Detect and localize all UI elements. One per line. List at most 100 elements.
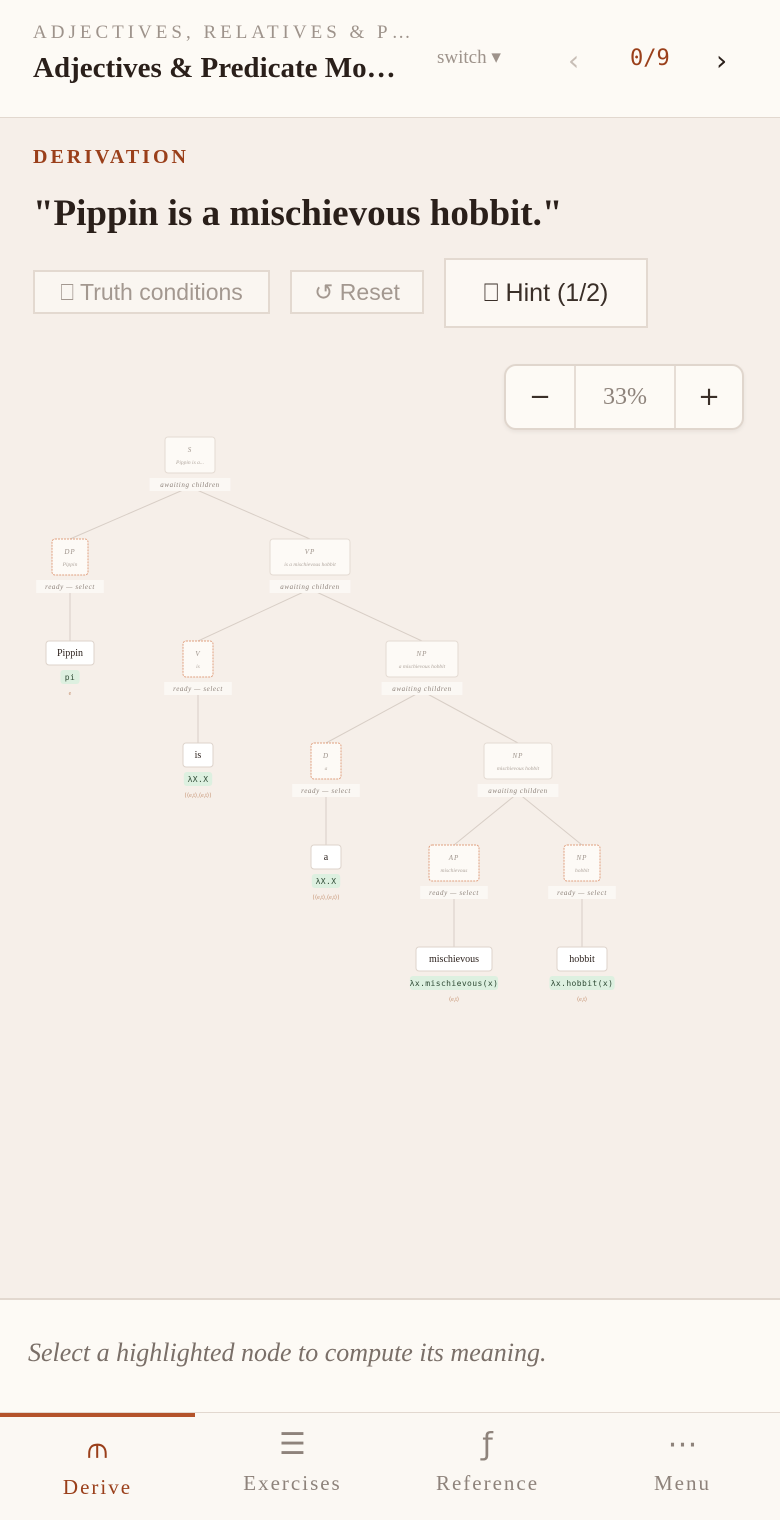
zoom-in-button[interactable]: +: [676, 366, 742, 428]
node-status: ready — select: [45, 583, 95, 591]
tab-label: Reference: [435, 1471, 540, 1495]
truth-conditions-button[interactable]: ⎕ Truth conditions: [33, 270, 270, 314]
leaf-word: a: [324, 852, 329, 863]
node-box: [310, 742, 342, 780]
tree-node-s: S Pippin is a... awaiting children: [149, 436, 231, 491]
node-category: NP: [416, 650, 428, 658]
node-box: [51, 538, 89, 576]
tree-edge: [309, 588, 423, 642]
leaf-meaning: λX.X: [316, 877, 337, 886]
leaf-l-misch: mischievous λx.mischievous(x) ⟨e,t⟩: [410, 946, 499, 1003]
leaf-l-a: a λX.X ⟨⟨e,t⟩,⟨e,t⟩⟩: [310, 844, 342, 901]
leaf-type: ⟨e,t⟩: [449, 996, 460, 1003]
leaf-meaning: λx.hobbit(x): [551, 979, 614, 988]
tab-derive[interactable]: ⫙ Derive: [0, 1413, 195, 1520]
tree-edge: [453, 792, 519, 846]
node-category: AP: [448, 854, 460, 862]
top-header: ADJECTIVES, RELATIVES & P… Adjectives & …: [0, 0, 780, 118]
tree-node-ap[interactable]: AP mischievous ready — select: [420, 844, 488, 899]
status-message: Select a highlighted node to compute its…: [28, 1338, 547, 1367]
node-status: awaiting children: [392, 685, 452, 693]
node-status: awaiting children: [160, 481, 220, 489]
node-box: [483, 742, 553, 780]
node-category: NP: [512, 752, 524, 760]
leaf-type: ⟨⟨e,t⟩,⟨e,t⟩⟩: [184, 792, 211, 799]
node-box: [385, 640, 459, 678]
leaf-word: is: [195, 750, 202, 761]
node-text: Pippin: [62, 562, 78, 568]
leaf-type: e: [69, 691, 72, 697]
zoom-level: 33%: [576, 366, 676, 428]
chevron-left-icon[interactable]: ‹: [568, 44, 579, 77]
exercise-counter: 0/9: [630, 46, 670, 71]
leaf-word: Pippin: [57, 648, 83, 659]
breadcrumb: ADJECTIVES, RELATIVES & P…: [33, 22, 415, 43]
node-text: a mischievous hobbit: [399, 664, 446, 670]
node-status: awaiting children: [488, 787, 548, 795]
tree-node-v[interactable]: Vis ready — select: [164, 640, 232, 695]
page-title: Adjectives & Predicate Mo…: [33, 52, 396, 84]
node-category: V: [195, 650, 200, 658]
leaf-l-hobbit: hobbit λx.hobbit(x) ⟨e,t⟩: [549, 946, 615, 1003]
node-category: VP: [305, 548, 316, 556]
tab-label: Exercises: [243, 1471, 342, 1495]
leaf-l-pippin: Pippin pi e: [45, 640, 95, 697]
node-box: [182, 640, 214, 678]
tree-node-np1: NP a mischievous hobbit awaiting children: [381, 640, 463, 695]
node-text: is a mischievous hobbit: [284, 562, 336, 568]
leaf-meaning: λX.X: [188, 775, 209, 784]
bottom-tab-bar: ⫙ Derive ☰ Exercises ƒ Reference ⋯ Menu: [0, 1412, 780, 1520]
tree-node-np3[interactable]: NP hobbit ready — select: [548, 844, 616, 899]
leaf-l-is: is λX.X ⟨⟨e,t⟩,⟨e,t⟩⟩: [182, 742, 214, 799]
leaf-word: mischievous: [429, 954, 479, 965]
leaf-word: hobbit: [569, 954, 595, 965]
tree-edge: [69, 486, 191, 540]
tree-edge: [189, 486, 311, 540]
tree-node-np2: NP mischievous hobbit awaiting children: [477, 742, 559, 797]
node-category: S: [188, 446, 193, 454]
function-icon: ƒ: [482, 1427, 493, 1462]
tab-menu[interactable]: ⋯ Menu: [585, 1413, 780, 1520]
tab-label: Derive: [62, 1475, 133, 1499]
node-text: Pippin is a...: [175, 460, 204, 466]
node-category: D: [322, 752, 329, 760]
tree-node-d[interactable]: Da ready — select: [292, 742, 360, 797]
hint-button[interactable]: ⎕ Hint (1/2): [444, 258, 648, 328]
node-box: [563, 844, 601, 882]
node-status: ready — select: [301, 787, 351, 795]
node-status: ready — select: [557, 889, 607, 897]
tree-edge: [197, 588, 311, 642]
node-text: is: [196, 664, 200, 670]
leaf-meaning: pi: [65, 673, 75, 682]
derivation-tree: S Pippin is a... awaiting children DP Pippin…: [36, 436, 616, 1003]
section-label: DERIVATION: [33, 146, 189, 168]
leaf-meaning: λx.mischievous(x): [410, 979, 499, 988]
node-text: mischievous hobbit: [497, 766, 540, 772]
list-icon: ☰: [279, 1427, 306, 1462]
node-text: mischievous: [441, 868, 468, 874]
node-status: ready — select: [173, 685, 223, 693]
node-text: hobbit: [575, 868, 590, 874]
tree-node-vp: VP is a mischievous hobbit awaiting childr…: [269, 538, 351, 593]
target-sentence: "Pippin is a mischievous hobbit.": [33, 193, 563, 234]
chevron-right-icon[interactable]: ›: [716, 44, 727, 77]
tree-edge: [325, 690, 423, 744]
node-category: DP: [63, 548, 75, 556]
status-bar: Select a highlighted node to compute its…: [0, 1298, 780, 1412]
tree-edge: [517, 792, 583, 846]
tab-exercises[interactable]: ☰ Exercises: [195, 1413, 390, 1520]
node-category: NP: [576, 854, 588, 862]
tree-node-dp[interactable]: DP Pippin ready — select: [36, 538, 104, 593]
node-text: a: [325, 766, 328, 772]
zoom-out-button[interactable]: −: [506, 366, 576, 428]
switch-button[interactable]: switch ▾: [437, 46, 501, 69]
node-box: [428, 844, 480, 882]
tree-icon: ⫙: [87, 1431, 108, 1466]
tree-edge: [421, 690, 519, 744]
reset-button[interactable]: ↺ Reset: [290, 270, 424, 314]
more-icon: ⋯: [667, 1427, 698, 1462]
node-status: ready — select: [429, 889, 479, 897]
tab-reference[interactable]: ƒ Reference: [390, 1413, 585, 1520]
node-box: [164, 436, 216, 474]
leaf-type: ⟨e,t⟩: [577, 996, 588, 1003]
